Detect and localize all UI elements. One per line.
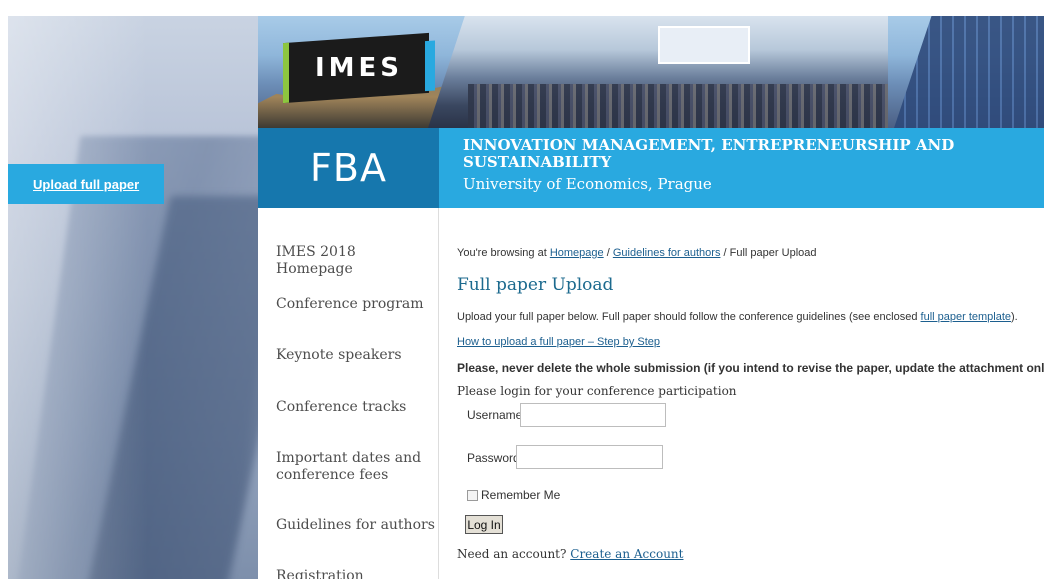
create-account-link[interactable]: Create an Account	[570, 547, 683, 561]
breadcrumb: You're browsing at Homepage / Guidelines…	[457, 247, 817, 259]
main-content: You're browsing at Homepage / Guidelines…	[457, 208, 1044, 579]
create-account-row: Need an account? Create an Account	[457, 547, 684, 561]
side-navigation: IMES 2018 Homepage Conference program Ke…	[258, 208, 439, 579]
conference-title: INNOVATION MANAGEMENT, ENTREPRENEURSHIP …	[463, 136, 955, 171]
breadcrumb-guidelines-link[interactable]: Guidelines for authors	[613, 247, 721, 259]
intro-text: Upload your full paper below. Full paper…	[457, 311, 1018, 323]
login-prompt: Please login for your conference partici…	[457, 384, 737, 398]
imes-logo[interactable]: IMES	[283, 32, 429, 104]
breadcrumb-current: Full paper Upload	[729, 247, 817, 259]
intro-text-end: ).	[1011, 311, 1018, 323]
university-name: University of Economics, Prague	[463, 175, 712, 193]
breadcrumb-home-link[interactable]: Homepage	[550, 247, 604, 259]
page-title: Full paper Upload	[457, 275, 614, 295]
nav-item-homepage[interactable]: IMES 2018 Homepage	[276, 244, 436, 278]
nav-item-conference-tracks[interactable]: Conference tracks	[276, 399, 436, 416]
fba-logo-text: FBA	[310, 146, 387, 190]
audience	[468, 84, 888, 128]
username-input[interactable]	[520, 403, 666, 427]
conference-title-bar: INNOVATION MANAGEMENT, ENTREPRENEURSHIP …	[439, 128, 1044, 208]
warning-text: Please, never delete the whole submissio…	[457, 361, 1044, 375]
upload-full-paper-link[interactable]: Upload full paper	[8, 164, 164, 204]
breadcrumb-separator: /	[606, 247, 610, 259]
how-to-upload-link[interactable]: How to upload a full paper – Step by Ste…	[457, 336, 660, 348]
nav-item-keynote-speakers[interactable]: Keynote speakers	[276, 347, 436, 364]
sidebar-background-image	[8, 16, 258, 579]
fba-logo[interactable]: FBA	[258, 128, 439, 208]
account-prompt: Need an account?	[457, 547, 567, 561]
password-input[interactable]	[516, 445, 663, 469]
remember-me-label[interactable]: Remember Me	[481, 488, 560, 502]
remember-me-checkbox[interactable]	[467, 490, 478, 501]
nav-item-important-dates[interactable]: Important dates and conference fees	[276, 450, 426, 484]
projection-screen	[658, 26, 750, 64]
intro-text-body: Upload your full paper below. Full paper…	[457, 311, 918, 323]
nav-item-conference-program[interactable]: Conference program	[276, 296, 436, 313]
nav-item-guidelines[interactable]: Guidelines for authors	[276, 517, 436, 534]
imes-logo-text: IMES	[314, 52, 404, 83]
login-button[interactable]: Log In	[465, 515, 503, 534]
breadcrumb-prefix: You're browsing at	[457, 247, 547, 259]
username-label: Username	[467, 408, 523, 422]
password-label: Password	[467, 451, 520, 465]
breadcrumb-separator: /	[723, 247, 727, 259]
nav-item-registration[interactable]: Registration	[276, 568, 436, 579]
full-paper-template-link[interactable]: full paper template	[921, 311, 1012, 323]
light-glare	[8, 16, 148, 579]
glass-building	[894, 16, 1044, 128]
